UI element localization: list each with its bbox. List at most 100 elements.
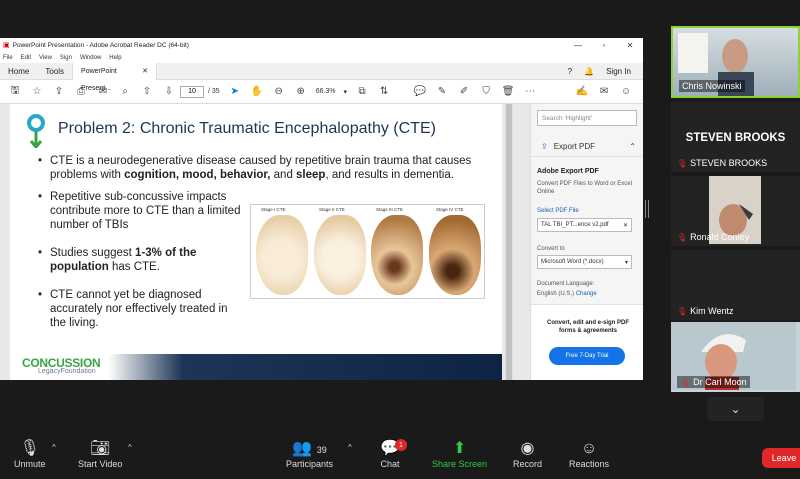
export-heading: Adobe Export PDF bbox=[537, 168, 599, 175]
menu-help[interactable]: Help bbox=[109, 55, 121, 61]
save-icon[interactable]: 🖫 bbox=[4, 81, 26, 103]
tab-close-icon[interactable]: ✕ bbox=[142, 63, 148, 80]
start-video-button[interactable]: 📷︎ Start Video bbox=[78, 439, 122, 469]
export-pdf-header[interactable]: ⇪ Export PDF ⌃ bbox=[531, 137, 643, 157]
muted-mic-icon: 🎙︎ bbox=[677, 306, 688, 316]
muted-microphone-icon: 🎙︎ bbox=[19, 440, 40, 457]
participant-tile-ronald[interactable]: 🎙︎ Ronald Conley bbox=[671, 176, 800, 246]
stage-4-label: Stage IV CTE bbox=[436, 207, 464, 212]
tab-tools[interactable]: Tools bbox=[37, 63, 72, 80]
page-total: / 35 bbox=[208, 88, 220, 95]
fit-page-icon[interactable]: ⧉ bbox=[351, 81, 373, 103]
scroll-mode-icon[interactable]: ⇅ bbox=[373, 81, 395, 103]
maximize-button[interactable]: ▫ bbox=[591, 41, 617, 50]
selected-file-field[interactable]: TAL TBI_PT...ence v2.pdf ✕ bbox=[537, 218, 632, 232]
email-icon[interactable]: ✉ bbox=[92, 81, 114, 103]
collapse-chevron-icon[interactable]: ⌃ bbox=[629, 142, 636, 151]
print-icon[interactable]: ⎙ bbox=[70, 81, 92, 103]
stage-3-label: Stage III CTE bbox=[376, 207, 404, 212]
tools-pane: Search 'Highlight' ⇪ Export PDF ⌃ Adobe … bbox=[530, 104, 643, 380]
bookmark-star-icon[interactable]: ☆ bbox=[26, 81, 48, 103]
unmute-button[interactable]: 🎙︎ Unmute bbox=[14, 439, 46, 469]
chevron-down-icon[interactable]: ⌄ bbox=[707, 397, 764, 421]
reactions-smiley-icon: ☺ bbox=[580, 440, 598, 457]
menu-view[interactable]: View bbox=[39, 55, 52, 61]
share-screen-button[interactable]: ⬆ Share Screen bbox=[432, 439, 487, 469]
brain-stages-figure: Stage I CTE Stage II CTE Stage III CTE S… bbox=[250, 204, 485, 299]
doc-language-row: English (U.S.) Change bbox=[537, 291, 597, 297]
menu-sign[interactable]: Sign bbox=[60, 55, 72, 61]
doc-language-label: Document Language: bbox=[537, 281, 595, 287]
comment-icon[interactable]: 💬 bbox=[409, 81, 431, 103]
acrobat-titlebar: ▣ PowerPoint Presentation - Adobe Acroba… bbox=[0, 38, 643, 52]
scrollbar-thumb[interactable] bbox=[506, 104, 512, 380]
video-options-caret-icon[interactable]: ^ bbox=[128, 443, 132, 452]
promo-text: Convert, edit and e-sign PDF forms & agr… bbox=[546, 320, 629, 334]
reactions-button[interactable]: ☺ Reactions bbox=[569, 439, 609, 469]
zoom-out-icon[interactable]: ⊖ bbox=[268, 81, 290, 103]
zoom-level[interactable]: 66.3% bbox=[312, 88, 340, 95]
zoom-in-icon[interactable]: ⊕ bbox=[290, 81, 312, 103]
tools-search-input[interactable]: Search 'Highlight' bbox=[537, 110, 637, 126]
bullet-1: CTE is a neurodegenerative disease cause… bbox=[38, 154, 478, 182]
upload-icon[interactable]: ⇪ bbox=[48, 81, 70, 103]
participant-name: Chris Nowinski bbox=[679, 80, 745, 92]
format-select[interactable]: Microsoft Word (*.docx) ▾ bbox=[537, 255, 632, 269]
menu-bar: File Edit View Sign Window Help bbox=[0, 52, 643, 63]
change-language-link[interactable]: Change bbox=[576, 291, 597, 297]
convert-to-label: Convert to bbox=[537, 246, 565, 252]
bullet-4: CTE cannot yet be diagnosed accurately n… bbox=[38, 288, 243, 330]
shared-screen: ▣ PowerPoint Presentation - Adobe Acroba… bbox=[0, 38, 643, 380]
free-trial-button[interactable]: Free 7-Day Trial bbox=[549, 347, 625, 365]
fill-sign-icon[interactable]: ✍ bbox=[571, 81, 593, 103]
notification-bell-icon[interactable]: 🔔 bbox=[584, 67, 594, 76]
document-area: Problem 2: Chronic Traumatic Encephalopa… bbox=[0, 104, 530, 380]
participant-tile-kim[interactable]: 🎙︎ Kim Wentz bbox=[671, 250, 800, 320]
window-title: PowerPoint Presentation - Adobe Acrobat … bbox=[12, 41, 189, 49]
participant-tile-chris[interactable]: Chris Nowinski bbox=[671, 26, 800, 98]
participants-caret-icon[interactable]: ^ bbox=[348, 443, 352, 452]
chat-unread-badge: 1 bbox=[395, 439, 407, 451]
menu-window[interactable]: Window bbox=[80, 55, 101, 61]
minimize-button[interactable]: — bbox=[565, 41, 591, 50]
participant-tile-carl[interactable]: 🎙︎ Dr Carl Moon bbox=[671, 322, 800, 392]
split-handle[interactable] bbox=[645, 200, 649, 218]
legacy-foundation-logo: LegacyFoundation bbox=[38, 368, 96, 375]
export-description: Convert PDF Files to Word or Excel Onlin… bbox=[537, 181, 632, 195]
share-email-icon[interactable]: ✉ bbox=[593, 81, 615, 103]
close-window-button[interactable]: ✕ bbox=[617, 41, 643, 50]
select-pdf-link[interactable]: Select PDF File bbox=[537, 208, 579, 214]
delete-icon[interactable]: 🗑 bbox=[497, 81, 519, 103]
leave-button[interactable]: Leave bbox=[762, 448, 800, 468]
tabbar-right: ? 🔔 Sign In bbox=[568, 67, 643, 76]
slide-footer: CONCUSSION LegacyFoundation bbox=[10, 354, 502, 380]
video-off-icon: 📷︎ bbox=[90, 440, 111, 457]
page-up-icon[interactable]: ⇧ bbox=[136, 81, 158, 103]
page-down-icon[interactable]: ⇩ bbox=[158, 81, 180, 103]
menu-file[interactable]: File bbox=[3, 55, 13, 61]
highlight-pen-icon[interactable]: ✎ bbox=[431, 81, 453, 103]
sign-in-link[interactable]: Sign In bbox=[606, 67, 631, 76]
bullet-3: Studies suggest 1-3% of the population h… bbox=[38, 246, 243, 274]
hand-tool-icon[interactable]: ✋ bbox=[246, 81, 268, 103]
tab-home[interactable]: Home bbox=[0, 63, 37, 80]
zoom-dropdown-icon[interactable]: ▾ bbox=[340, 88, 352, 96]
document-scrollbar[interactable] bbox=[505, 104, 513, 380]
page-number-input[interactable]: 10 bbox=[180, 85, 204, 98]
account-icon[interactable]: ☺ bbox=[615, 81, 637, 103]
select-cursor-icon[interactable]: ➤ bbox=[224, 81, 246, 103]
menu-edit[interactable]: Edit bbox=[21, 55, 31, 61]
draw-icon[interactable]: ✐ bbox=[453, 81, 475, 103]
stamp-icon[interactable]: ⛉ bbox=[475, 81, 497, 103]
tab-document[interactable]: PowerPoint Present... ✕ bbox=[72, 62, 158, 92]
participants-button[interactable]: 👥 39 Participants bbox=[286, 439, 333, 469]
tab-document-label: PowerPoint Present... bbox=[81, 67, 117, 92]
participant-tile-steven[interactable]: STEVEN BROOKS 🎙︎ STEVEN BROOKS bbox=[671, 102, 800, 172]
zoom-search-icon[interactable]: ⌕ bbox=[114, 81, 136, 103]
audio-options-caret-icon[interactable]: ^ bbox=[52, 443, 56, 452]
record-button[interactable]: ◉ Record bbox=[513, 439, 542, 469]
participant-big-name: STEVEN BROOKS bbox=[685, 132, 786, 144]
more-tools-icon[interactable]: ⋯ bbox=[519, 81, 541, 103]
remove-file-icon[interactable]: ✕ bbox=[623, 222, 628, 229]
help-icon[interactable]: ? bbox=[568, 67, 572, 76]
